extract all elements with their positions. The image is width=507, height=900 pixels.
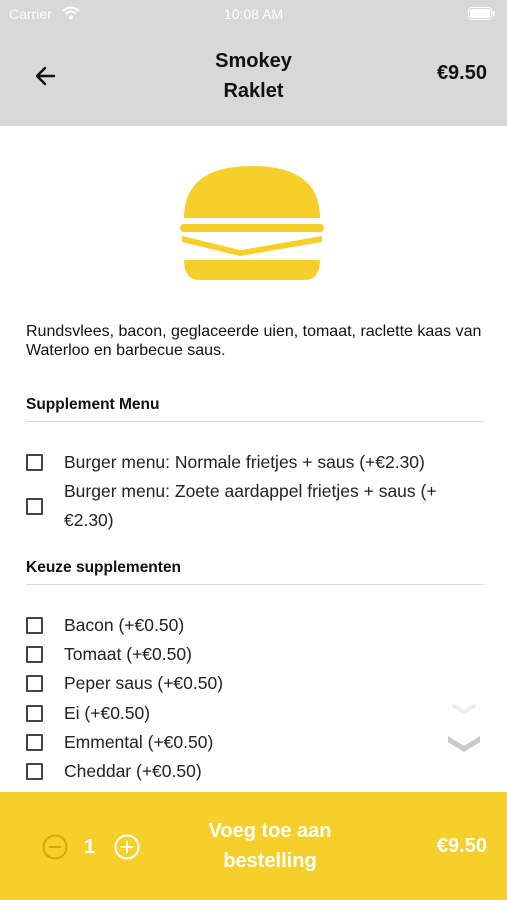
scroll-down-chevron-icon[interactable] xyxy=(444,700,484,760)
decrease-quantity-button[interactable] xyxy=(42,834,68,860)
checkbox[interactable] xyxy=(26,454,43,471)
option-label: Bacon (+€0.50) xyxy=(64,615,185,635)
option-emmental[interactable]: Emmental (+€0.50) xyxy=(26,728,486,757)
option-burger-menu-normal[interactable]: Burger menu: Normale frietjes + saus (+€… xyxy=(26,448,486,477)
option-tomaat[interactable]: Tomaat (+€0.50) xyxy=(26,640,486,669)
minus-circle-icon xyxy=(42,834,68,860)
option-bacon[interactable]: Bacon (+€0.50) xyxy=(26,611,486,640)
increase-quantity-button[interactable] xyxy=(114,834,140,860)
option-label: Peper saus (+€0.50) xyxy=(64,673,224,693)
top-bar: Carrier 10:08 AM Smokey Raklet €9.50 xyxy=(0,0,507,126)
option-label: Tomaat (+€0.50) xyxy=(64,644,192,664)
option-ei[interactable]: Ei (+€0.50) xyxy=(26,699,486,728)
option-label: Ei (+€0.50) xyxy=(64,703,151,723)
checkbox[interactable] xyxy=(26,763,43,780)
checkbox[interactable] xyxy=(26,675,43,692)
option-label: Emmental (+€0.50) xyxy=(64,732,214,752)
option-label: Cheddar (+€0.50) xyxy=(64,761,202,781)
product-description: Rundsvlees, bacon, geglaceerde uien, tom… xyxy=(26,323,482,359)
burger-icon xyxy=(180,166,324,280)
option-label: Burger menu: Normale frietjes + saus (+€… xyxy=(64,452,425,472)
option-peper-saus[interactable]: Peper saus (+€0.50) xyxy=(26,669,486,698)
checkbox[interactable] xyxy=(26,646,43,663)
status-bar: Carrier 10:08 AM xyxy=(0,0,507,28)
header: Smokey Raklet €9.50 xyxy=(0,28,507,126)
battery-icon xyxy=(468,7,495,20)
quantity-value: 1 xyxy=(84,836,96,858)
add-to-order-button[interactable]: Voeg toe aan bestelling xyxy=(190,816,350,876)
section-title-supplement-menu: Supplement Menu xyxy=(26,396,484,422)
header-price: €9.50 xyxy=(436,62,487,84)
option-cheddar[interactable]: Cheddar (+€0.50) xyxy=(26,757,486,786)
checkbox[interactable] xyxy=(26,497,43,515)
checkbox[interactable] xyxy=(26,617,43,634)
option-label: Burger menu: Zoete aardappel frietjes + … xyxy=(64,481,437,530)
option-burger-menu-sweet-potato[interactable]: Burger menu: Zoete aardappel frietjes + … xyxy=(26,477,486,535)
clock: 10:08 AM xyxy=(223,6,284,22)
checkbox[interactable] xyxy=(26,705,43,722)
arrow-left-icon xyxy=(35,66,56,86)
checkbox[interactable] xyxy=(26,734,43,751)
plus-circle-icon xyxy=(114,834,140,860)
footer-bar: 1 Voeg toe aan bestelling €9.50 xyxy=(0,792,507,900)
section-title-keuze-supplementen: Keuze supplementen xyxy=(26,559,484,585)
back-button[interactable] xyxy=(28,58,64,94)
page-title: Smokey Raklet xyxy=(215,50,292,102)
total-price: €9.50 xyxy=(436,835,487,857)
